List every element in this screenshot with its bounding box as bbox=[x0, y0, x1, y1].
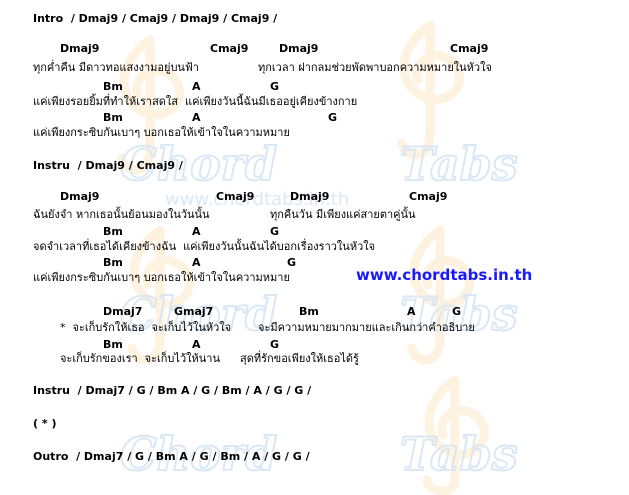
lyric-line: ทุกค่ำคืน มีดาวทอแสงงามอยู่บนฟ้า bbox=[33, 61, 199, 74]
chord: G bbox=[270, 225, 280, 238]
section-instru: Instru / Dmaj9 / Cmaj9 / bbox=[33, 159, 183, 172]
chord: Bm bbox=[299, 305, 319, 318]
lyric-line: แค่เพียงกระซิบกันเบาๆ บอกเธอให้เข้าใจในค… bbox=[33, 126, 290, 139]
chord: G bbox=[452, 305, 462, 318]
chord: A bbox=[192, 111, 201, 124]
chord: Dmaj9 bbox=[290, 190, 330, 203]
chord: Bm bbox=[103, 225, 123, 238]
chord: G bbox=[270, 80, 280, 93]
chord: Bm bbox=[103, 256, 123, 269]
chord-sheet: Chord Tabs Chord Tabs Chord Tabs www.cho… bbox=[0, 0, 629, 495]
lyric-line: ทุกคืนวัน มีเพียงแค่สายตาคู่นั้น bbox=[270, 208, 416, 221]
chord: Dmaj9 bbox=[279, 42, 319, 55]
chord: A bbox=[407, 305, 416, 318]
lyric-line: สุดที่รักขอเพียงให้เธอได้รู้ bbox=[240, 352, 359, 365]
watermark-word: Tabs bbox=[400, 427, 518, 481]
chord: A bbox=[192, 80, 201, 93]
chord: A bbox=[192, 225, 201, 238]
chord: Bm bbox=[103, 80, 123, 93]
chord: Dmaj7 bbox=[103, 305, 143, 318]
chord: Bm bbox=[103, 338, 123, 351]
section-instru: Instru / Dmaj7 / G / Bm A / G / Bm / A /… bbox=[33, 384, 312, 397]
chord: G bbox=[270, 338, 280, 351]
site-url[interactable]: www.chordtabs.in.th bbox=[356, 266, 532, 284]
chord: G bbox=[328, 111, 338, 124]
chord: Dmaj9 bbox=[60, 42, 100, 55]
lyric-line: จดจำเวลาที่เธอได้เคียงข้างฉัน แค่เพียงวั… bbox=[33, 240, 376, 253]
chord: Dmaj9 bbox=[60, 190, 100, 203]
chord: G bbox=[287, 256, 297, 269]
chord: A bbox=[192, 256, 201, 269]
chord: Bm bbox=[103, 111, 123, 124]
lyric-line: แค่เพียงกระซิบกันเบาๆ บอกเธอให้เข้าใจในค… bbox=[33, 271, 290, 284]
chord: Cmaj9 bbox=[216, 190, 255, 203]
lyric-line: ทุกเวลา ฝากลมช่วยพัดพาบอกความหมายในหัวใจ bbox=[258, 61, 492, 74]
chord: Cmaj9 bbox=[210, 42, 249, 55]
chord: Cmaj9 bbox=[409, 190, 448, 203]
treble-clef-icon bbox=[407, 225, 474, 365]
section-outro: Outro / Dmaj7 / G / Bm A / G / Bm / A / … bbox=[33, 450, 310, 463]
section-intro: Intro / Dmaj9 / Cmaj9 / Dmaj9 / Cmaj9 / bbox=[33, 12, 278, 25]
watermark-word: Tabs bbox=[400, 137, 518, 191]
chord: Gmaj7 bbox=[174, 305, 214, 318]
lyric-line: จะเก็บรักของเรา จะเก็บไว้ให้นาน bbox=[60, 352, 220, 365]
section-repeat: ( * ) bbox=[33, 417, 57, 430]
lyric-line: * จะเก็บรักให้เธอ จะเก็บไว้ในหัวใจ bbox=[60, 321, 232, 334]
treble-clef-icon bbox=[422, 375, 489, 495]
lyric-line: จะมีความหมายมากมายและเกินกว่าคำอธิบาย bbox=[258, 321, 475, 334]
lyric-line: แค่เพียงรอยยิ้มที่ทำให้เราสดใส แค่เพียงว… bbox=[33, 95, 358, 108]
chord: A bbox=[192, 338, 201, 351]
chord: Cmaj9 bbox=[450, 42, 489, 55]
lyric-line: ฉันยังจำ หากเธอนั้นย้อนมองในวันนั้น bbox=[33, 208, 210, 221]
